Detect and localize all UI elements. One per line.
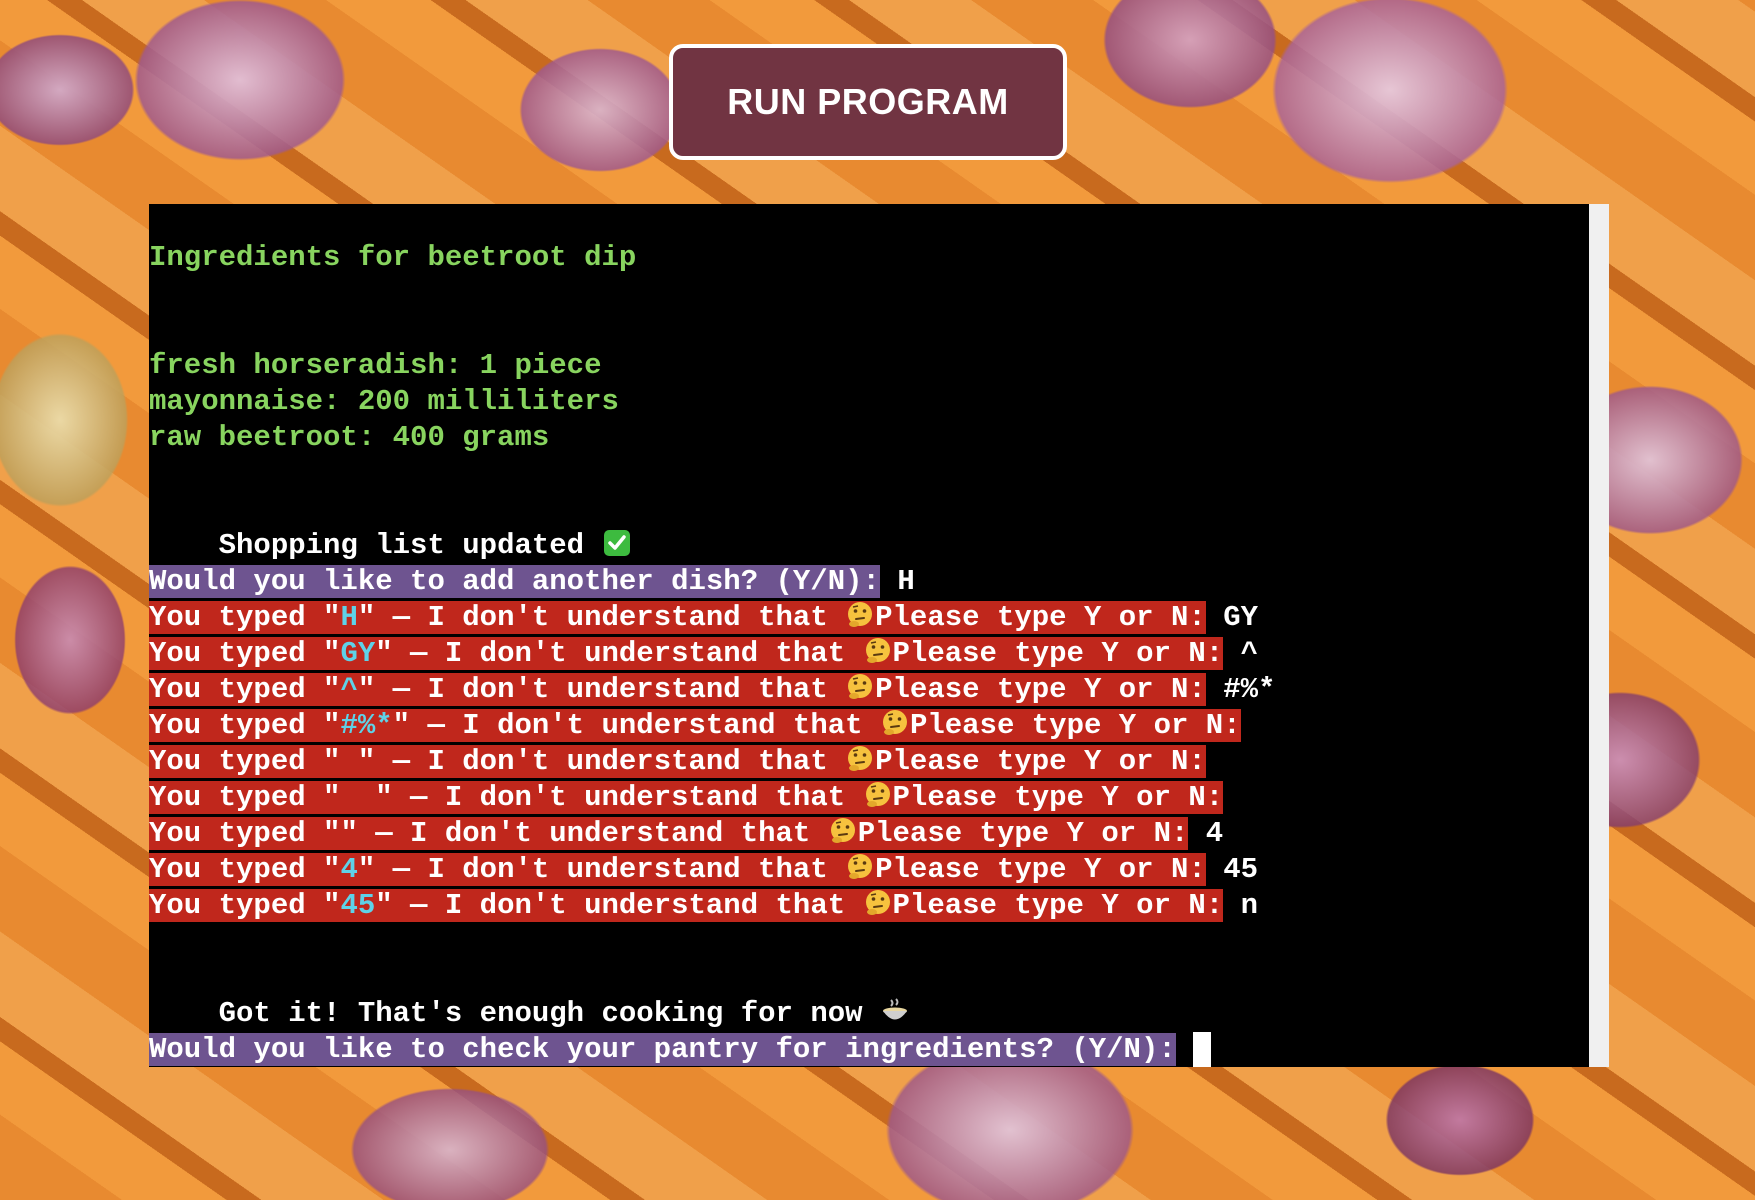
typed-value: H <box>340 601 358 634</box>
typed-answer: 4 <box>1205 817 1224 850</box>
please-type-prompt: Please type Y or N: <box>875 601 1206 634</box>
recipe-title: Ingredients for beetroot dip <box>149 241 637 274</box>
please-type-prompt: Please type Y or N: <box>892 637 1224 670</box>
error-message: You typed " " — I don't understand that … <box>149 745 1206 778</box>
terminal[interactable]: Ingredients for beetroot dip fresh horse… <box>149 204 1589 1067</box>
error-line: You typed "H" — I don't understand that … <box>149 600 1258 636</box>
error-suffix: " — I don't understand that <box>375 781 863 814</box>
check-mark-icon <box>603 530 630 556</box>
error-message: You typed "4" — I don't understand that … <box>149 853 1206 886</box>
error-message: You typed " " — I don't understand that … <box>149 781 1224 814</box>
error-suffix: " — I don't understand that <box>357 673 846 706</box>
typed-value: 45 <box>340 889 376 922</box>
error-prefix: You typed " <box>149 637 341 670</box>
pantry-line[interactable]: Would you like to check your pantry for … <box>149 1032 1212 1067</box>
please-type-prompt: Please type Y or N: <box>909 709 1241 742</box>
error-line: You typed " " — I don't understand that … <box>149 780 1241 816</box>
text-cursor[interactable] <box>1193 1032 1212 1067</box>
thinking-face-icon <box>865 890 890 915</box>
typed-value: 4 <box>340 853 358 886</box>
error-message: You typed "" — I don't understand that P… <box>149 817 1189 850</box>
typed-answer: H <box>897 565 915 598</box>
thinking-face-icon <box>848 854 873 879</box>
error-line: You typed "45" — I don't understand that… <box>149 888 1258 924</box>
typed-value <box>340 745 357 778</box>
add-dish-prompt: Would you like to add another dish? (Y/N… <box>149 565 880 598</box>
thinking-face-icon <box>830 818 855 843</box>
thinking-face-icon <box>865 638 890 663</box>
typed-answer: 45 <box>1223 853 1258 886</box>
error-suffix: " — I don't understand that <box>375 637 863 670</box>
error-line: You typed " " — I don't understand that … <box>149 744 1223 780</box>
typed-answer: n <box>1240 889 1258 922</box>
please-type-prompt: Please type Y or N: <box>892 781 1224 814</box>
typed-value <box>340 781 375 814</box>
error-prefix: You typed " <box>149 745 341 778</box>
error-line: You typed "^" — I don't understand that … <box>149 672 1275 708</box>
typed-value: ^ <box>340 673 358 706</box>
error-prefix: You typed " <box>149 889 341 922</box>
error-line: You typed "GY" — I don't understand that… <box>149 636 1258 672</box>
please-type-prompt: Please type Y or N: <box>875 853 1206 886</box>
typed-value: #%* <box>340 709 393 742</box>
enough-cooking-line: Got it! That's enough cooking for now <box>149 960 910 1030</box>
error-prefix: You typed " <box>149 853 341 886</box>
please-type-prompt: Please type Y or N: <box>892 889 1224 922</box>
please-type-prompt: Please type Y or N: <box>875 745 1206 778</box>
error-prefix: You typed " <box>149 673 341 706</box>
please-type-prompt: Please type Y or N: <box>875 673 1206 706</box>
ingredient-line: mayonnaise: 200 milliliters <box>149 385 619 418</box>
error-prefix: You typed " <box>149 817 341 850</box>
error-message: You typed "GY" — I don't understand that… <box>149 637 1224 670</box>
thinking-face-icon <box>882 710 907 735</box>
ingredient-line: fresh horseradish: 1 piece <box>149 349 602 382</box>
add-dish-line: Would you like to add another dish? (Y/N… <box>149 564 915 600</box>
ingredient-line: raw beetroot: 400 grams <box>149 421 550 454</box>
typed-answer: GY <box>1223 601 1258 634</box>
soup-bowl-icon <box>882 998 907 1020</box>
error-suffix: " — I don't understand that <box>357 853 846 886</box>
thinking-face-icon <box>865 782 890 807</box>
error-prefix: You typed " <box>149 781 341 814</box>
thinking-face-icon <box>848 602 873 627</box>
error-prefix: You typed " <box>149 709 341 742</box>
please-type-prompt: Please type Y or N: <box>857 817 1189 850</box>
error-prefix: You typed " <box>149 601 341 634</box>
typed-value: GY <box>340 637 376 670</box>
shopping-list-text: Shopping list updated <box>218 529 602 562</box>
error-suffix: " — I don't understand that <box>392 709 880 742</box>
error-line: You typed "" — I don't understand that P… <box>149 816 1223 852</box>
error-suffix: " — I don't understand that <box>357 601 846 634</box>
enough-cooking-text: Got it! That's enough cooking for now <box>218 997 880 1030</box>
error-suffix: " — I don't understand that <box>357 745 846 778</box>
error-message: You typed "#%*" — I don't understand tha… <box>149 709 1241 742</box>
error-line: You typed "#%*" — I don't understand tha… <box>149 708 1258 744</box>
typed-answer: ^ <box>1240 637 1258 670</box>
error-message: You typed "H" — I don't understand that … <box>149 601 1206 634</box>
shopping-list-status: Shopping list updated <box>149 492 632 562</box>
error-suffix: " — I don't understand that <box>340 817 828 850</box>
error-message: You typed "^" — I don't understand that … <box>149 673 1206 706</box>
typed-answer: #%* <box>1223 673 1276 706</box>
error-line: You typed "4" — I don't understand that … <box>149 852 1258 888</box>
error-suffix: " — I don't understand that <box>375 889 863 922</box>
run-program-button[interactable]: RUN PROGRAM <box>669 44 1067 160</box>
thinking-face-icon <box>848 746 873 771</box>
terminal-scrollbar[interactable] <box>1589 204 1609 1067</box>
thinking-face-icon <box>848 674 873 699</box>
pantry-prompt: Would you like to check your pantry for … <box>149 1033 1176 1066</box>
error-message: You typed "45" — I don't understand that… <box>149 889 1224 922</box>
